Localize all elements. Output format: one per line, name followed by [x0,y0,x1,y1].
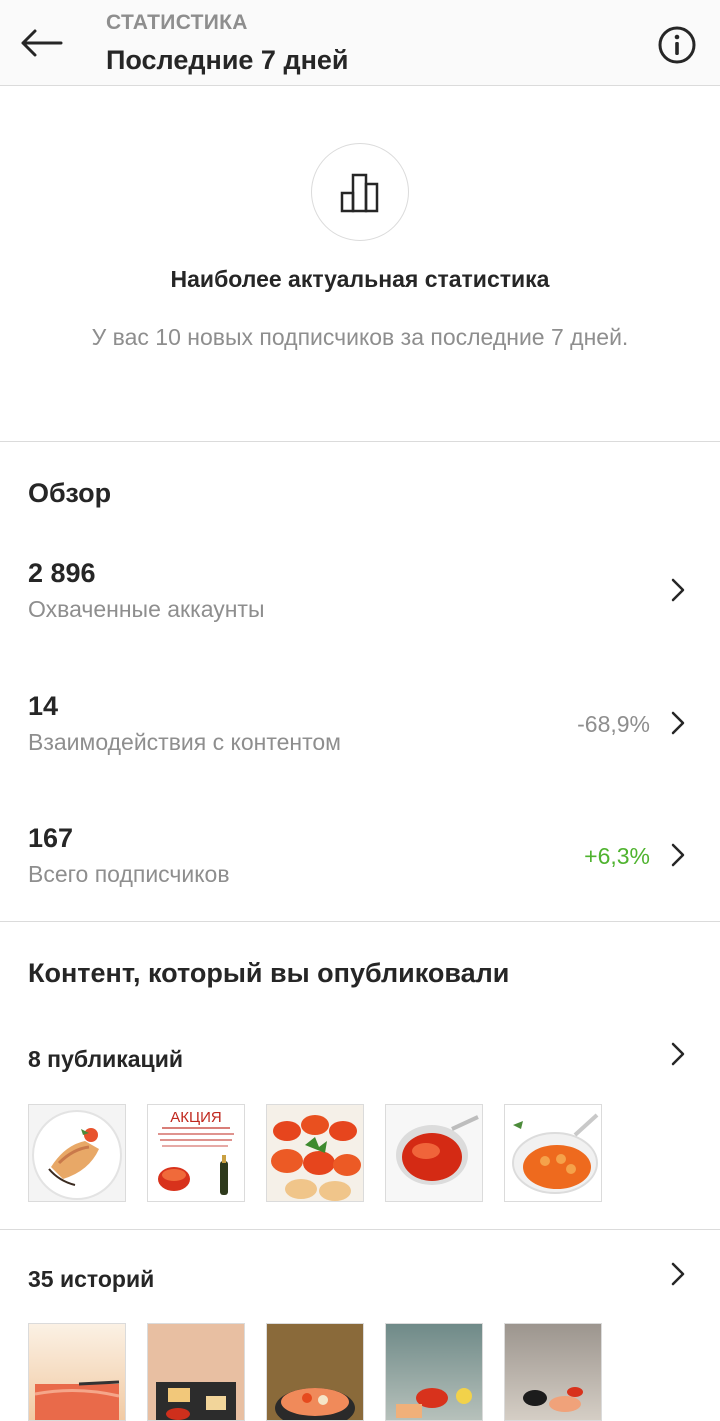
post-thumbnail[interactable] [385,1104,483,1202]
info-button[interactable] [656,24,698,66]
arrow-left-icon [21,29,63,57]
stat-value: 14 [28,691,59,721]
stat-value: 2 896 [28,558,96,588]
posts-row-label[interactable]: 8 публикаций [28,1046,183,1073]
hero-icon-circle [311,143,409,241]
post-thumbnail[interactable] [504,1104,602,1202]
header-titles: СТАТИСТИКА Последние 7 дней [106,10,349,78]
back-button[interactable] [14,18,68,68]
stat-change-negative: -68,9% [577,711,650,737]
overview-section: Обзор 2 896 Охваченные аккаунты 14 Взаим… [0,442,720,922]
post-thumbnails: АКЦИЯ [28,1104,602,1202]
story-thumbnail[interactable] [147,1323,245,1421]
chevron-right-icon [668,576,688,604]
post-thumbnail[interactable] [28,1104,126,1202]
header-overline: СТАТИСТИКА [106,11,248,34]
stat-value: 167 [28,823,74,853]
promo-text: АКЦИЯ [170,1109,221,1126]
hero-description: У вас 10 новых подписчиков за последние … [91,324,629,350]
stat-label: Взаимодействия с контентом [28,729,341,755]
story-thumbnail[interactable] [28,1323,126,1421]
stat-row-content-interactions[interactable]: 14 Взаимодействия с контентом -68,9% [0,689,720,789]
page-title: Последние 7 дней [106,45,349,75]
chevron-right-icon [668,841,688,869]
chevron-right-icon[interactable] [668,1040,688,1068]
stat-change-positive: +6,3% [584,843,650,869]
hero-title: Наиболее актуальная статистика [170,266,550,292]
stories-row-label[interactable]: 35 историй [28,1266,154,1293]
info-icon [658,26,696,64]
bar-chart-icon [340,173,379,213]
stat-label: Охваченные аккаунты [28,596,265,622]
overview-title: Обзор [28,478,112,508]
stat-row-accounts-reached[interactable]: 2 896 Охваченные аккаунты [0,556,720,656]
stat-row-total-followers[interactable]: 167 Всего подписчиков +6,3% [0,821,720,921]
chevron-right-icon[interactable] [668,1260,688,1288]
top-bar: СТАТИСТИКА Последние 7 дней [0,0,720,86]
content-title: Контент, который вы опубликовали [28,958,510,988]
insights-hero: Наиболее актуальная статистика У вас 10 … [0,86,720,442]
section-divider [0,1229,720,1230]
post-thumbnail[interactable]: АКЦИЯ [147,1104,245,1202]
post-thumbnail[interactable] [266,1104,364,1202]
story-thumbnail[interactable] [266,1323,364,1421]
content-section: Контент, который вы опубликовали 8 публи… [0,922,720,1421]
stat-label: Всего подписчиков [28,861,230,887]
story-thumbnails [28,1323,602,1421]
story-thumbnail[interactable] [504,1323,602,1421]
story-thumbnail[interactable] [385,1323,483,1421]
chevron-right-icon [668,709,688,737]
